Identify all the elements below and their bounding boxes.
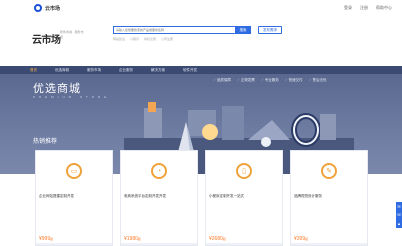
price-unit: 起 [137, 237, 141, 241]
side-toolbar: ✉ ☏ ▲ [396, 202, 402, 228]
product-card[interactable]: ▯ 小程序定制开发一站式 ¥2680起 [205, 150, 283, 246]
nav-item-services[interactable]: 服务市场 [87, 68, 101, 73]
top-icon[interactable]: ▲ [397, 221, 401, 226]
hot-link[interactable]: 网站建设 [113, 37, 125, 41]
price-value: ¥2680 [209, 236, 223, 242]
login-link[interactable]: 登录 [344, 5, 352, 11]
banner-subtitle: PREMIUM STORE [33, 95, 111, 99]
top-links: 登录 注册 帮助中心 [344, 5, 392, 11]
service-tag: 快速交付 [285, 78, 303, 83]
product-title[interactable]: 企业网站搭建定制开发 [39, 194, 111, 199]
price-value: ¥1980 [124, 236, 138, 242]
price-unit: 起 [305, 237, 309, 241]
price-value: ¥999 [39, 236, 51, 242]
product-card-list: ▭ 企业网站搭建定制开发 ¥999起 ◔ 电商系统平台定制开发开发 ¥1980起… [35, 150, 369, 246]
product-card[interactable]: ▭ 企业网站搭建定制开发 ¥999起 [35, 150, 113, 246]
register-link[interactable]: 注册 [360, 5, 368, 11]
search-box: 搜索 [113, 26, 251, 34]
product-price: ¥399起 [294, 236, 308, 242]
nav-item-store[interactable]: 优选商城 [55, 68, 69, 73]
site-logo[interactable]: 云市场 [32, 31, 61, 46]
brand-logo-icon [34, 4, 42, 12]
monitor-icon: ▭ [66, 163, 82, 179]
logo-subtitle: 软件商城 · 服务市场 [60, 30, 84, 39]
nav-item-enterprise[interactable]: 企业服务 [119, 68, 133, 73]
product-card[interactable]: ◔ 电商系统平台定制开发开发 ¥1980起 [120, 150, 198, 246]
hot-link[interactable]: 商标注册 [144, 37, 156, 41]
service-tag: 正规发票 [237, 78, 255, 83]
price-unit: 起 [222, 237, 226, 241]
search-button[interactable]: 搜索 [235, 26, 251, 34]
hot-link[interactable]: 公司注册 [161, 37, 173, 41]
help-link[interactable]: 帮助中心 [376, 5, 392, 11]
section-title: 热销推荐 [33, 139, 58, 145]
card-divider [206, 243, 282, 245]
banner-service-list: 品质保障 正规发票 专业服务 快速交付 售后无忧 [213, 78, 363, 83]
product-price: ¥2680起 [209, 236, 226, 242]
product-title[interactable]: 电商系统平台定制开发开发 [124, 194, 196, 199]
brand-name: 云市场 [45, 5, 61, 12]
product-title[interactable]: 品牌视觉设计服务 [294, 194, 366, 199]
brand[interactable]: 云市场 [34, 4, 60, 12]
cart-icon: ◔ [151, 163, 167, 179]
product-price: ¥999起 [39, 236, 53, 242]
service-tag: 专业服务 [261, 78, 279, 83]
phone-icon: ▯ [236, 163, 252, 179]
top-bar: 云市场 登录 注册 帮助中心 [0, 0, 402, 17]
phone-icon[interactable]: ☏ [396, 212, 401, 217]
card-divider [36, 243, 112, 245]
hot-link[interactable]: 小程序 [130, 37, 139, 41]
product-title[interactable]: 小程序定制开发一站式 [209, 194, 281, 199]
service-tag: 售后无忧 [309, 78, 327, 83]
brush-icon: ✎ [321, 163, 337, 179]
service-tag: 品质保障 [213, 78, 231, 83]
hot-search-links: 网站建设 小程序 商标注册 公司注册 [113, 37, 173, 41]
main-nav: 首页 优选商城 服务市场 企业服务 解决方案 软件开发 [0, 66, 402, 74]
banner-title: 优选商城 [33, 83, 81, 95]
price-unit: 起 [50, 237, 54, 241]
product-price: ¥1980起 [124, 236, 141, 242]
chat-icon[interactable]: ✉ [397, 204, 400, 209]
nav-item-software[interactable]: 软件开发 [183, 68, 197, 73]
publish-demand-button[interactable]: 发布需求 [258, 26, 282, 34]
card-divider [121, 243, 197, 245]
product-card[interactable]: ✎ 品牌视觉设计服务 ¥399起 [290, 150, 368, 246]
price-value: ¥399 [294, 236, 306, 242]
nav-item-home[interactable]: 首页 [30, 68, 37, 73]
search-input[interactable] [116, 27, 226, 33]
nav-item-solutions[interactable]: 解决方案 [151, 68, 165, 73]
card-divider [291, 243, 367, 245]
